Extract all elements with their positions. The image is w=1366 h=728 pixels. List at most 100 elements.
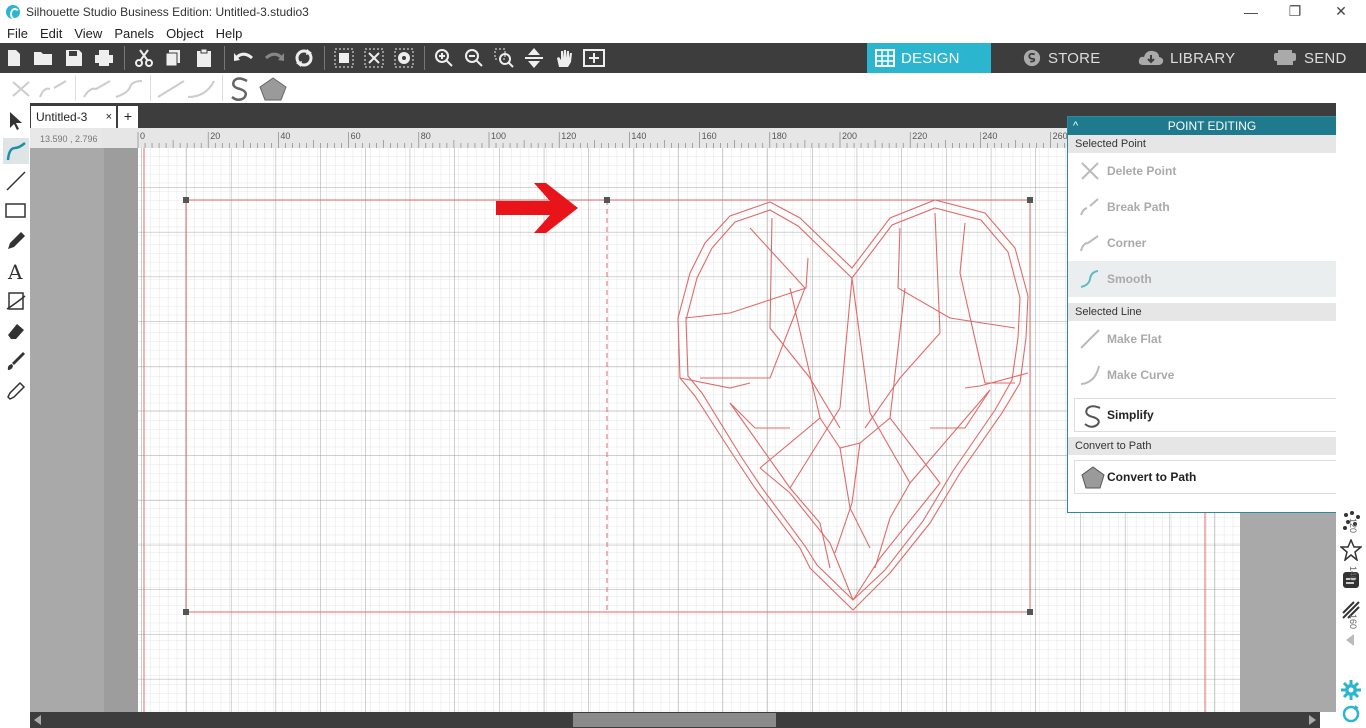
corner-tool-icon[interactable] [82,79,112,99]
zoom-out-icon[interactable] [463,48,485,68]
smooth-button[interactable]: Smooth [1068,261,1356,297]
scroll-thumb[interactable] [573,713,776,727]
collapse-panel-icon[interactable]: ^ [1073,117,1078,135]
vertical-ruler-label: 120 [1348,518,1358,533]
smooth-tool-icon[interactable] [114,79,144,99]
make-curve-tool-icon[interactable] [186,79,216,99]
eyedropper-tool-icon[interactable] [3,378,29,404]
simplify-label: Simplify [1107,408,1154,422]
delete-point-button[interactable]: Delete Point [1068,153,1356,189]
menu-bar: File Edit View Panels Object Help [0,23,1366,43]
simplify-button[interactable]: Simplify [1074,398,1350,432]
make-curve-label: Make Curve [1107,368,1175,382]
redo-icon[interactable] [263,48,285,68]
menu-view[interactable]: View [68,26,108,41]
open-folder-icon[interactable] [33,48,55,68]
point-editing-panel: ^ POINT EDITING × Selected Point Delete … [1067,116,1357,513]
fit-to-page-icon[interactable] [583,48,605,68]
restore-button[interactable]: ❐ [1272,0,1318,23]
break-path-label: Break Path [1107,200,1170,214]
cloud-download-icon [1138,50,1164,65]
horizontal-scrollbar[interactable] [30,712,1320,728]
point-edit-icon[interactable] [3,138,29,164]
menu-file[interactable]: File [0,26,34,41]
corner-button[interactable]: Corner [1068,225,1356,261]
pencil-tool-icon[interactable] [3,228,29,254]
silhouette-s-icon [1023,49,1041,67]
knife-tool-icon[interactable] [3,288,29,314]
select-arrow-icon[interactable] [3,108,29,134]
close-window-button[interactable]: ✕ [1318,0,1364,23]
vertical-ruler-label: 160 [1348,614,1358,629]
group-icon[interactable] [333,48,355,68]
rectangle-tool-icon[interactable] [3,198,29,224]
zoom-in-icon[interactable] [433,48,455,68]
menu-help[interactable]: Help [210,26,249,41]
ruler-label: 200 [842,131,857,141]
text-tool-icon[interactable]: A [3,258,29,284]
paste-icon[interactable] [193,48,215,68]
copy-icon[interactable] [163,48,185,68]
scroll-corner [1320,712,1336,728]
tab-send-label: SEND [1304,49,1347,67]
ruler-label: 220 [912,131,927,141]
tab-store[interactable]: STORE [1014,43,1124,73]
settings-gear-icon[interactable] [1338,677,1364,703]
ruler-label: 260 [1053,131,1068,141]
make-flat-button[interactable]: Make Flat [1068,321,1356,357]
make-curve-button[interactable]: Make Curve [1068,357,1356,393]
smooth-label: Smooth [1107,272,1152,286]
document-tab[interactable]: Untitled-3 × [31,106,116,128]
ungroup-icon[interactable] [363,48,385,68]
zoom-select-icon[interactable] [493,48,515,68]
ruler-label: 0 [140,131,145,141]
print-icon[interactable] [93,48,115,68]
section-convert-to-path: Convert to Path [1068,437,1356,455]
undo-icon[interactable] [233,48,255,68]
convert-to-path-button[interactable]: Convert to Path [1074,460,1350,494]
pan-hand-icon[interactable] [553,48,575,68]
brush-tool-icon[interactable] [3,348,29,374]
line-tool-icon[interactable] [3,168,29,194]
break-path-tool-icon[interactable] [38,79,68,99]
make-flat-tool-icon[interactable] [156,79,186,99]
close-tab-icon[interactable]: × [106,106,112,128]
tab-design[interactable]: DESIGN [867,43,991,73]
save-icon[interactable] [63,48,85,68]
right-toolbar: 120 140 160 [1336,103,1366,728]
delete-point-icon [1081,162,1099,180]
title-bar: Silhouette Studio Business Edition: Unti… [0,0,1366,23]
section-selected-point: Selected Point [1068,135,1356,153]
eraser-tool-icon[interactable] [3,318,29,344]
pentagon-icon [1081,466,1105,489]
delete-point-tool-icon[interactable] [10,79,32,99]
replicate-icon[interactable] [293,48,315,68]
left-toolbar: A [0,103,30,728]
section-selected-line: Selected Line [1068,303,1356,321]
ruler-label: 60 [351,131,361,141]
minimize-button[interactable]: — [1228,0,1274,23]
ruler-label: 120 [561,131,576,141]
compound-path-icon[interactable] [393,48,415,68]
scroll-left-icon[interactable] [33,715,43,725]
menu-panels[interactable]: Panels [108,26,160,41]
break-path-button[interactable]: Break Path [1068,189,1356,225]
scroll-right-icon[interactable] [1307,715,1317,725]
new-file-icon[interactable] [3,48,25,68]
simplify-icon [1084,405,1101,428]
menu-edit[interactable]: Edit [34,26,68,41]
cut-icon[interactable] [133,48,155,68]
corner-label: Corner [1107,236,1147,250]
convert-to-path-tool-icon[interactable] [258,76,288,102]
document-tab-label: Untitled-3 [36,110,88,124]
break-path-icon [1080,198,1099,216]
menu-object[interactable]: Object [160,26,210,41]
add-tab-button[interactable]: + [118,106,138,128]
ruler-label: 100 [491,131,506,141]
refresh-icon[interactable] [1338,701,1364,727]
drag-zoom-icon[interactable] [523,48,545,68]
simplify-tool-icon[interactable] [228,76,252,102]
delete-point-label: Delete Point [1107,164,1177,178]
tab-send[interactable]: SEND [1264,43,1364,73]
tab-library[interactable]: LIBRARY [1130,43,1250,73]
